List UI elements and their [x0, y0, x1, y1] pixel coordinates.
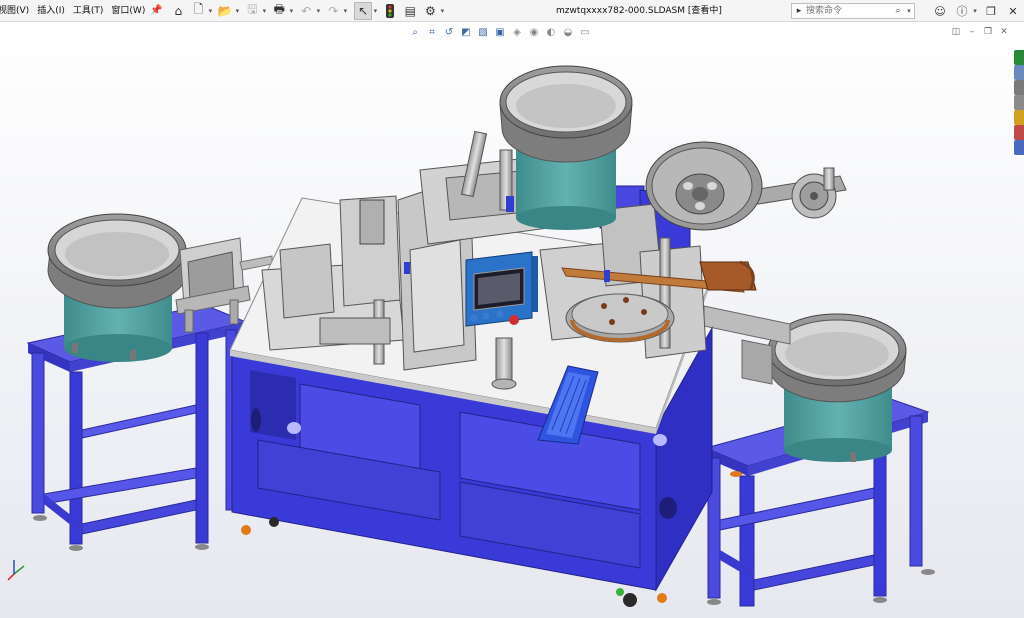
viewport-window-controls: ◫ – ❐ ✕: [948, 25, 1012, 39]
search-dropdown-icon[interactable]: ▾: [904, 7, 914, 15]
redo-dropdown-icon[interactable]: ▾: [341, 2, 349, 20]
view-palette-icon[interactable]: [1014, 95, 1024, 110]
menu-view[interactable]: 视图(V): [0, 0, 33, 22]
save-dropdown-icon[interactable]: ▾: [260, 2, 268, 20]
resources-icon[interactable]: [1014, 50, 1024, 65]
select-arrow-icon[interactable]: ↖: [354, 1, 373, 20]
search-icon[interactable]: ⌕: [892, 6, 904, 16]
print-dropdown-icon[interactable]: ▾: [287, 2, 295, 20]
select-dropdown-icon[interactable]: ▾: [371, 2, 379, 20]
task-pane-tabs: [1014, 50, 1024, 155]
restore-viewport-icon[interactable]: ❐: [980, 25, 996, 39]
zoom-to-area-icon[interactable]: ⌗: [425, 25, 439, 39]
section-view-icon[interactable]: ◩: [459, 25, 473, 39]
edit-appearance-icon[interactable]: ◐: [544, 25, 558, 39]
view-heads-up-toolbar: ⌕ ⌗ ↺ ◩ ▧ ▣ ◈ ◉ ◐ ◒ ▭: [408, 24, 595, 40]
view-orientation-icon[interactable]: ▣: [493, 25, 507, 39]
view-settings-icon[interactable]: ▭: [578, 25, 592, 39]
rebuild-traffic-light-icon[interactable]: [381, 2, 399, 20]
file-properties-icon[interactable]: ▤: [401, 2, 419, 20]
document-title: mzwtqxxxx782-000.SLDASM [查看中]: [556, 6, 722, 16]
print-icon[interactable]: 🖶: [270, 2, 288, 20]
zoom-to-fit-icon[interactable]: ⌕: [408, 25, 422, 39]
save-icon[interactable]: 🖫: [243, 2, 261, 20]
close-icon[interactable]: ✕: [1002, 0, 1024, 22]
open-folder-icon[interactable]: 📂: [216, 2, 234, 20]
undo-dropdown-icon[interactable]: ▾: [314, 2, 322, 20]
menu-insert[interactable]: 插入(I): [33, 0, 69, 22]
restore-icon[interactable]: ❐: [980, 0, 1002, 22]
solidworks-forum-icon[interactable]: [1014, 140, 1024, 155]
hmi-control-panel[interactable]: [465, 251, 538, 327]
help-icon[interactable]: ⓘ: [951, 0, 973, 22]
search-box[interactable]: ▸ ⌕ ▾: [791, 3, 915, 19]
help-dropdown-icon[interactable]: ▾: [971, 2, 979, 20]
custom-properties-icon[interactable]: [1014, 125, 1024, 140]
pin-icon[interactable]: 📌: [149, 0, 163, 22]
options-dropdown-icon[interactable]: ▾: [438, 2, 446, 20]
display-style-icon[interactable]: ◈: [510, 25, 524, 39]
top-bowl-feeder[interactable]: [499, 65, 633, 230]
appearances-icon[interactable]: [1014, 110, 1024, 125]
design-library-icon[interactable]: [1014, 65, 1024, 80]
gear-icon[interactable]: ⚙: [421, 2, 439, 20]
dynamic-annotation-icon[interactable]: ▧: [476, 25, 490, 39]
command-prompt-icon: ▸: [796, 6, 802, 16]
search-input[interactable]: [806, 4, 892, 18]
user-icon[interactable]: ☺: [929, 0, 951, 22]
menu-window[interactable]: 窗口(W): [107, 0, 149, 22]
left-bowl-feeder[interactable]: [47, 213, 189, 362]
menu-bar: 视图(V) 插入(I) 工具(T) 窗口(W) 📌: [0, 0, 167, 22]
assembly-viewport[interactable]: [0, 22, 1024, 618]
open-dropdown-icon[interactable]: ▾: [233, 2, 241, 20]
menu-tools[interactable]: 工具(T): [69, 0, 108, 22]
new-dropdown-icon[interactable]: ▾: [206, 2, 214, 20]
previous-view-icon[interactable]: ↺: [442, 25, 456, 39]
file-explorer-icon[interactable]: [1014, 80, 1024, 95]
new-document-icon[interactable]: 🗋: [189, 2, 207, 20]
title-bar: 视图(V) 插入(I) 工具(T) 窗口(W) 📌 ⌂ 🗋 ▾ 📂 ▾ 🖫 ▾ …: [0, 0, 1024, 22]
close-viewport-icon[interactable]: ✕: [996, 25, 1012, 39]
graphics-area[interactable]: [0, 22, 1024, 618]
split-view-icon[interactable]: ◫: [948, 25, 964, 39]
home-icon[interactable]: ⌂: [169, 2, 187, 20]
minimize-icon[interactable]: –: [964, 25, 980, 39]
redo-icon[interactable]: ↷: [324, 2, 342, 20]
apply-scene-icon[interactable]: ◒: [561, 25, 575, 39]
undo-icon[interactable]: ↶: [297, 2, 315, 20]
hide-show-items-icon[interactable]: ◉: [527, 25, 541, 39]
